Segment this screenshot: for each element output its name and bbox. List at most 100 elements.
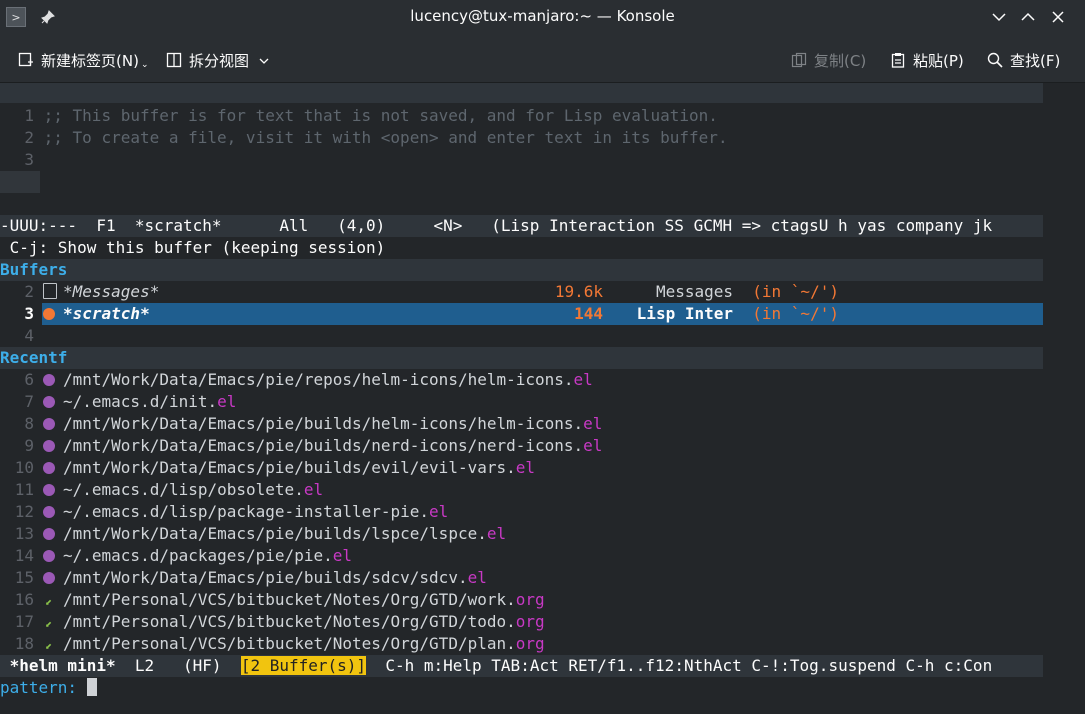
buffer-name: *Messages* bbox=[63, 282, 160, 301]
recentf-row[interactable]: 15/mnt/Work/Data/Emacs/pie/builds/sdcv/s… bbox=[0, 567, 1043, 589]
recentf-row[interactable]: 18 ⬋ /mnt/Personal/VCS/bitbucket/Notes/Org… bbox=[0, 633, 1043, 655]
close-icon[interactable] bbox=[1047, 6, 1069, 28]
recentf-path: ~/.emacs.d/lisp/obsolete. bbox=[63, 480, 304, 499]
recentf-row[interactable]: 13/mnt/Work/Data/Emacs/pie/builds/lspce/… bbox=[0, 523, 1043, 545]
new-tab-button[interactable]: 新建标签页(N) ⌄ bbox=[17, 49, 148, 71]
recentf-row[interactable]: 12 ~/.emacs.d/lisp/package-installer-pie.… bbox=[0, 501, 1043, 523]
buffer-name: *scratch* bbox=[63, 304, 150, 323]
recentf-row[interactable]: 14 ~/.emacs.d/packages/pie/pie.el bbox=[0, 545, 1043, 567]
helm-modeline: *helm mini* L2 (HF) [2 Buffer(s)] C-h m:… bbox=[0, 655, 1043, 677]
helm-buffer-name: *helm mini* bbox=[0, 656, 116, 675]
recentf-path: /mnt/Personal/VCS/bitbucket/Notes/Org/GT… bbox=[63, 590, 516, 609]
pin-icon[interactable] bbox=[38, 7, 58, 27]
recentf-ext: el bbox=[515, 458, 536, 477]
paste-label: 粘贴(P) bbox=[913, 51, 964, 70]
recentf-path: ~/.emacs.d/packages/pie/pie. bbox=[63, 546, 333, 565]
recentf-ext: el bbox=[583, 414, 603, 433]
recentf-path: /mnt/Work/Data/Emacs/pie/builds/sdcv/sdc… bbox=[63, 568, 468, 587]
elisp-icon bbox=[43, 550, 55, 562]
recentf-ext: org bbox=[515, 612, 545, 631]
line-number: 3 bbox=[24, 150, 34, 169]
recentf-ext: el bbox=[217, 392, 237, 411]
elisp-icon bbox=[43, 308, 55, 320]
split-view-icon bbox=[165, 51, 183, 69]
recentf-row[interactable]: 10/mnt/Work/Data/Emacs/pie/builds/evil/e… bbox=[0, 457, 1043, 479]
recentf-row[interactable]: 17 ⬋ /mnt/Personal/VCS/bitbucket/Notes/Org… bbox=[0, 611, 1043, 633]
helm-flags: (HF) bbox=[183, 656, 222, 675]
line-number: 7 bbox=[24, 392, 34, 411]
line-number: 8 bbox=[24, 414, 34, 433]
split-view-button[interactable]: 拆分视图 bbox=[165, 49, 269, 71]
recentf-row[interactable]: 16 ⬋ /mnt/Personal/VCS/bitbucket/Notes/Org… bbox=[0, 589, 1043, 611]
recentf-path: ~/.emacs.d/init. bbox=[63, 392, 218, 411]
line-number: 6 bbox=[24, 370, 34, 389]
recentf-ext: el bbox=[573, 370, 593, 389]
buffers-header: Buffers bbox=[0, 259, 1043, 281]
elisp-icon bbox=[43, 462, 55, 474]
recentf-path: /mnt/Work/Data/Emacs/pie/builds/lspce/ls… bbox=[63, 524, 487, 543]
org-icon: ⬋ bbox=[45, 639, 53, 653]
terminal-area[interactable]: 1 ;; This buffer is for text that is not… bbox=[0, 83, 1085, 714]
recentf-ext: el bbox=[583, 436, 603, 455]
search-icon bbox=[986, 51, 1004, 69]
editor-line: 1 ;; This buffer is for text that is not… bbox=[0, 105, 1043, 127]
recentf-path: /mnt/Work/Data/Emacs/pie/repos/helm-icon… bbox=[63, 370, 574, 389]
line-text: ;; To create a file, visit it with <open… bbox=[43, 128, 728, 147]
recentf-ext: el bbox=[429, 502, 449, 521]
copy-label: 复制(C) bbox=[814, 51, 867, 70]
minimize-icon[interactable] bbox=[988, 6, 1010, 28]
buffer-count-badge: [2 Buffer(s)] bbox=[240, 656, 367, 675]
recentf-row[interactable]: 7 ~/.emacs.d/init.el bbox=[0, 391, 1043, 413]
buffer-mode: Messages bbox=[655, 282, 733, 301]
header-line bbox=[0, 83, 1043, 103]
buffer-mode: Lisp Inter bbox=[636, 304, 733, 323]
document-icon bbox=[43, 283, 57, 299]
elisp-icon bbox=[43, 506, 55, 518]
chevron-down-icon: ⌄ bbox=[140, 60, 149, 70]
split-view-label: 拆分视图 bbox=[189, 51, 250, 70]
new-tab-label: 新建标签页(N) bbox=[41, 51, 139, 70]
copy-button[interactable]: 复制(C) bbox=[790, 49, 866, 71]
recentf-path: /mnt/Personal/VCS/bitbucket/Notes/Org/GT… bbox=[63, 612, 516, 631]
terminal-icon[interactable]: > bbox=[6, 7, 26, 27]
blank-line: 4 bbox=[0, 325, 1043, 347]
text-cursor-block bbox=[0, 171, 40, 193]
find-button[interactable]: 查找(F) bbox=[986, 49, 1060, 71]
line-number: 1 bbox=[24, 106, 34, 125]
window-title: lucency@tux-manjaro:~ — Konsole bbox=[410, 7, 675, 25]
elisp-icon bbox=[43, 528, 55, 540]
paste-button[interactable]: 粘贴(P) bbox=[889, 49, 964, 71]
line-number: 14 bbox=[14, 546, 34, 565]
elisp-icon bbox=[43, 484, 55, 496]
buffer-dir: (in `~/') bbox=[752, 304, 839, 323]
line-number: 12 bbox=[14, 502, 34, 521]
buffer-row[interactable]: 2 *Messages* 19.6k Messages (in `~/') bbox=[0, 281, 1043, 303]
editor-line bbox=[0, 171, 1043, 193]
copy-icon bbox=[790, 51, 808, 69]
scrollbar[interactable] bbox=[1043, 83, 1085, 714]
recentf-ext: org bbox=[515, 590, 545, 609]
maximize-icon[interactable] bbox=[1017, 6, 1039, 28]
org-icon: ⬋ bbox=[45, 595, 53, 609]
line-number: 4 bbox=[24, 326, 34, 345]
line-number: 15 bbox=[14, 568, 34, 587]
elisp-icon bbox=[43, 374, 55, 386]
prompt-label: pattern: bbox=[0, 678, 87, 697]
title-bar: > lucency@tux-manjaro:~ — Konsole bbox=[0, 0, 1085, 34]
recentf-row[interactable]: 9/mnt/Work/Data/Emacs/pie/builds/nerd-ic… bbox=[0, 435, 1043, 457]
buffer-size: 19.6k bbox=[554, 282, 603, 301]
editor-modeline: -UUU:--- F1 *scratch* All (4,0) <N> (Lis… bbox=[0, 215, 1043, 237]
recentf-path: /mnt/Work/Data/Emacs/pie/builds/nerd-ico… bbox=[63, 436, 584, 455]
recentf-ext: el bbox=[332, 546, 352, 565]
line-number: 13 bbox=[14, 524, 34, 543]
recentf-row[interactable]: 6/mnt/Work/Data/Emacs/pie/repos/helm-ico… bbox=[0, 369, 1043, 391]
recentf-ext: el bbox=[467, 568, 487, 587]
chevron-down-icon bbox=[259, 53, 269, 67]
buffer-row-selected[interactable]: 3 *scratch* 144 Lisp Inter (in `~/') bbox=[0, 303, 1043, 325]
line-number: 16 bbox=[14, 590, 34, 609]
recentf-row[interactable]: 8/mnt/Work/Data/Emacs/pie/builds/helm-ic… bbox=[0, 413, 1043, 435]
recentf-path: /mnt/Work/Data/Emacs/pie/builds/evil/evi… bbox=[63, 458, 516, 477]
minibuffer[interactable]: pattern: bbox=[0, 677, 1043, 699]
recentf-row[interactable]: 11 ~/.emacs.d/lisp/obsolete.el bbox=[0, 479, 1043, 501]
recentf-path: /mnt/Personal/VCS/bitbucket/Notes/Org/GT… bbox=[63, 634, 516, 653]
